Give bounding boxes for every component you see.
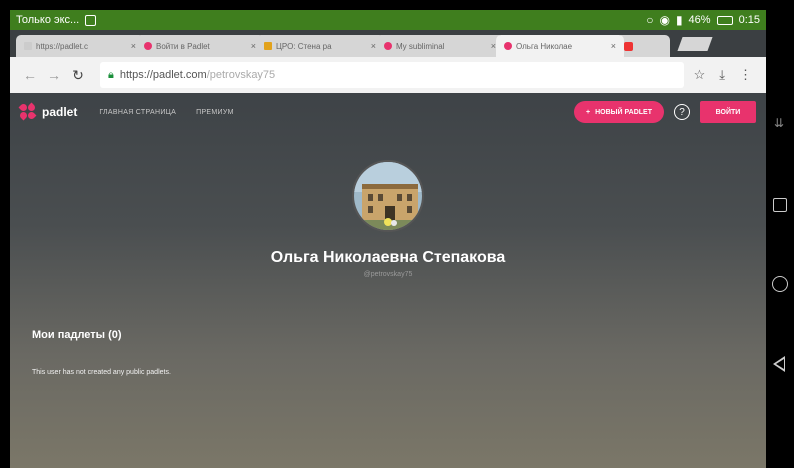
url-host: https://padlet.com xyxy=(119,69,207,81)
login-button[interactable]: ВОЙТИ xyxy=(700,101,756,123)
battery-percent: 46% xyxy=(688,14,711,26)
download-icon[interactable]: ⤓ xyxy=(719,67,725,83)
address-bar[interactable]: 🔒︎ https://padlet.com /petrovskay75 xyxy=(100,62,684,88)
empty-state-message: This user has not created any public pad… xyxy=(32,369,171,376)
new-padlet-label: НОВЫЙ PADLET xyxy=(595,108,652,116)
forward-arrow-icon[interactable]: → xyxy=(42,67,66,83)
tab-title: My subliminal xyxy=(396,41,445,51)
android-status-bar: Только экс... ○ ◉ ▮ 46% 0:15 xyxy=(10,10,766,30)
browser-tab[interactable]: My subliminal × xyxy=(376,35,504,57)
padlet-logo[interactable]: padlet xyxy=(18,102,78,121)
lock-icon: 🔒︎ xyxy=(108,68,114,81)
padlet-favicon-icon xyxy=(384,42,392,50)
screenshot-icon xyxy=(85,14,97,26)
logo-text: padlet xyxy=(42,105,78,119)
padlet-header: padlet ГЛАВНАЯ СТРАНИЦА ПРЕМИУМ + НОВЫЙ … xyxy=(10,93,766,131)
browser-tab[interactable]: Войти в Padlet × xyxy=(136,35,264,57)
padlet-favicon-icon xyxy=(504,42,512,50)
browser-tab-strip: https://padlet.c × Войти в Padlet × ЦРО:… xyxy=(10,30,766,57)
new-padlet-button[interactable]: + НОВЫЙ PADLET xyxy=(574,101,664,123)
more-menu-icon[interactable]: ⋮ xyxy=(739,67,752,83)
battery-icon xyxy=(716,15,733,25)
app-label: Только экс... xyxy=(16,14,80,26)
plus-icon: + xyxy=(586,108,591,116)
device-screen: Только экс... ○ ◉ ▮ 46% 0:15 https://pad… xyxy=(10,10,766,468)
back-icon-inner xyxy=(776,359,784,369)
tab-title: Ольга Николае xyxy=(516,41,573,51)
clock: 0:15 xyxy=(738,14,760,26)
profile-handle: @petrovskay75 xyxy=(363,271,413,278)
new-tab-button[interactable] xyxy=(677,37,713,51)
nav-home-link[interactable]: ГЛАВНАЯ СТРАНИЦА xyxy=(99,109,176,116)
home-icon[interactable] xyxy=(772,276,788,292)
android-nav-bar: ⇊ xyxy=(766,0,794,468)
bookmark-star-icon[interactable]: ☆ xyxy=(694,67,706,83)
avatar-photo xyxy=(354,162,422,230)
nav-premium-link[interactable]: ПРЕМИУМ xyxy=(196,109,234,116)
recent-apps-icon[interactable] xyxy=(773,198,787,212)
menu-icon[interactable]: ⇊ xyxy=(774,116,784,130)
tab-title: Войти в Padlet xyxy=(156,41,210,51)
browser-tab-active[interactable]: Ольга Николае × xyxy=(496,35,624,57)
signal-icon: ▮ xyxy=(675,13,683,27)
profile-name: Ольга Николаевна Степакова xyxy=(270,249,506,266)
document-icon xyxy=(24,42,32,50)
page-content: padlet ГЛАВНАЯ СТРАНИЦА ПРЕМИУМ + НОВЫЙ … xyxy=(10,93,766,468)
help-icon[interactable]: ? xyxy=(674,104,690,120)
back-arrow-icon[interactable]: ← xyxy=(18,67,42,83)
vpn-key-icon: ○ xyxy=(646,13,654,27)
avatar xyxy=(352,160,424,232)
wifi-icon: ◉ xyxy=(659,13,670,27)
my-padlets-heading: Мои падлеты (0) xyxy=(32,329,122,341)
browser-tab[interactable] xyxy=(616,35,670,57)
browser-tab[interactable]: https://padlet.c × xyxy=(16,35,144,57)
close-tab-icon[interactable]: × xyxy=(611,41,616,51)
tab-title: ЦРО: Стена ра xyxy=(276,41,332,51)
padlet-logo-icon xyxy=(18,102,37,121)
browser-tab[interactable]: ЦРО: Стена ра × xyxy=(256,35,384,57)
reload-icon[interactable]: ↻ xyxy=(66,67,90,84)
padlet-favicon-icon xyxy=(144,42,152,50)
site-favicon-icon xyxy=(264,42,272,50)
tab-title: https://padlet.c xyxy=(36,41,89,51)
site-favicon-icon xyxy=(624,41,633,51)
browser-toolbar: ← → ↻ 🔒︎ https://padlet.com /petrovskay7… xyxy=(10,57,766,93)
url-path: /petrovskay75 xyxy=(206,69,276,81)
